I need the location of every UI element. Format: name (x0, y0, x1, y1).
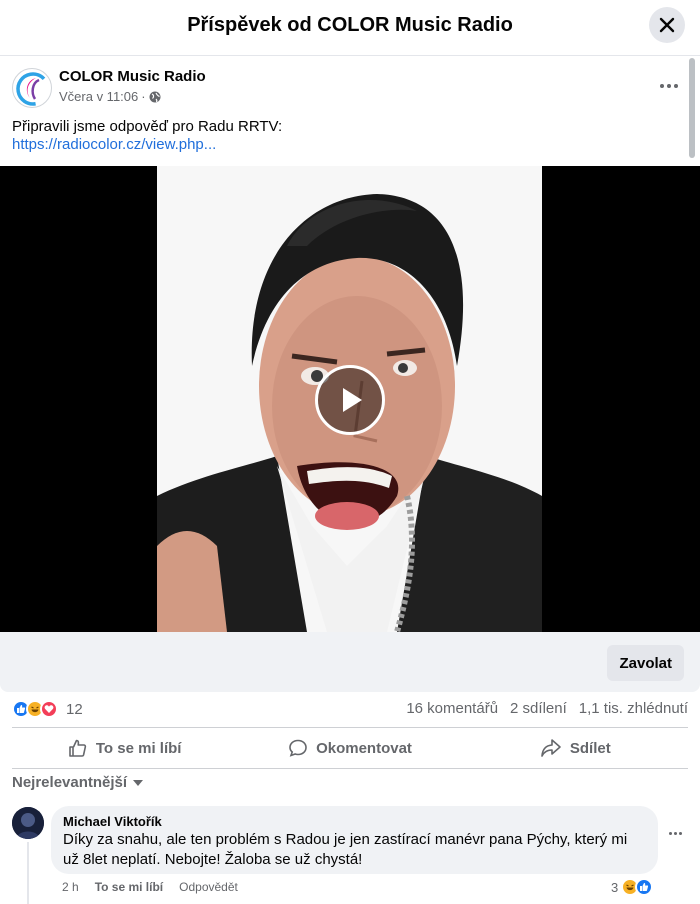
caret-down-icon (133, 779, 144, 786)
post-time[interactable]: Včera v 11:06 (59, 89, 138, 104)
more-dot (669, 832, 672, 835)
post-more-options-button[interactable] (660, 78, 680, 94)
comment-time[interactable]: 2 h (62, 880, 79, 894)
post-link[interactable]: https://radiocolor.cz/view.php... (12, 136, 216, 153)
like-label: To se mi líbí (95, 739, 182, 757)
share-button[interactable]: Sdílet (463, 728, 688, 768)
share-icon (541, 739, 561, 757)
comment-footer: 2 h To se mi líbí Odpovědět (62, 880, 238, 894)
call-button[interactable]: Zavolat (607, 645, 684, 681)
comment-more-options-button[interactable] (669, 832, 682, 835)
reactions-count: 12 (66, 700, 83, 718)
reaction-summary[interactable]: 12 (12, 700, 83, 718)
post-actions: To se mi líbí Okomentovat Sdílet (12, 727, 688, 769)
comment-text: Díky za snahu, ale ten problém s Radou j… (63, 831, 628, 868)
stats-right: 16 komentářů 2 sdílení 1,1 tis. zhlédnut… (406, 700, 688, 717)
share-label: Sdílet (569, 739, 611, 757)
page-avatar[interactable] (12, 68, 52, 108)
comments-count[interactable]: 16 komentářů (406, 700, 498, 717)
comment-icon (289, 739, 307, 757)
sort-label: Nejrelevantnější (12, 774, 128, 791)
like-icon (635, 878, 654, 896)
play-button[interactable] (315, 365, 385, 435)
more-dot (679, 832, 682, 835)
dialog-title: Příspěvek od COLOR Music Radio (187, 14, 513, 36)
comment-like-button[interactable]: To se mi líbí (95, 880, 163, 894)
comment-reply-button[interactable]: Odpovědět (179, 880, 238, 894)
dialog-header: Příspěvek od COLOR Music Radio (0, 0, 700, 56)
post-stats: 12 16 komentářů 2 sdílení 1,1 tis. zhléd… (12, 700, 688, 720)
comment-button[interactable]: Okomentovat (237, 728, 462, 768)
thumbs-up-icon (69, 739, 87, 757)
more-dot (667, 84, 671, 88)
comment-avatar[interactable] (12, 807, 44, 839)
close-button[interactable] (649, 7, 685, 43)
thread-line (27, 842, 29, 904)
views-count: 1,1 tis. zhlédnutí (578, 700, 688, 717)
page-name[interactable]: COLOR Music Radio (59, 68, 206, 85)
more-dot (674, 84, 678, 88)
video-player[interactable] (0, 166, 700, 632)
cta-bar: Zavolat (0, 632, 700, 692)
meta-separator: · (141, 89, 146, 104)
like-button[interactable]: To se mi líbí (12, 728, 237, 768)
comment-reactions[interactable]: 3 (611, 878, 654, 896)
love-icon (40, 700, 58, 718)
comment-reaction-count: 3 (611, 879, 619, 895)
comment-label: Okomentovat (316, 739, 412, 757)
color-radio-logo (16, 72, 50, 106)
comment-sort-dropdown[interactable]: Nejrelevantnější (12, 774, 144, 791)
more-dot (660, 84, 664, 88)
comment-avatar-image (12, 807, 44, 839)
play-icon (343, 388, 362, 412)
post-text: Připravili jsme odpověď pro Radu RRTV: (12, 118, 283, 135)
close-icon (659, 17, 675, 33)
scrollbar[interactable] (689, 58, 695, 158)
shares-count[interactable]: 2 sdílení (510, 700, 567, 717)
comment-bubble: Michael Viktořík Díky za snahu, ale ten … (51, 806, 658, 874)
more-dot (674, 832, 677, 835)
comment-author[interactable]: Michael Viktořík (63, 814, 646, 829)
globe-icon (149, 91, 161, 102)
post-meta: Včera v 11:06 · (59, 89, 161, 104)
